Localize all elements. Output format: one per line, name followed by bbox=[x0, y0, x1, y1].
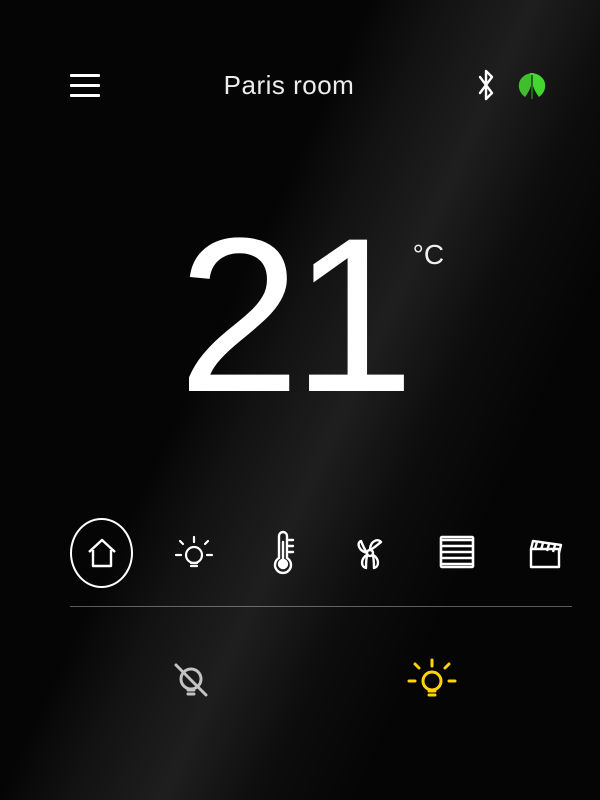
quick-lights-on[interactable] bbox=[397, 645, 467, 715]
nav-home[interactable] bbox=[70, 518, 133, 588]
menu-button[interactable] bbox=[70, 68, 104, 102]
bluetooth-icon bbox=[474, 68, 498, 102]
quick-actions bbox=[70, 645, 552, 715]
light-on-icon bbox=[406, 654, 458, 706]
header-bar: Paris room bbox=[70, 55, 552, 115]
nav-light[interactable] bbox=[167, 523, 221, 583]
home-icon bbox=[83, 534, 121, 572]
temperature-unit: °C bbox=[413, 239, 444, 271]
nav-scenes[interactable] bbox=[518, 523, 572, 583]
nav-blinds[interactable] bbox=[430, 523, 484, 583]
clapper-icon bbox=[525, 533, 565, 573]
header-status-icons bbox=[474, 67, 552, 103]
nav-temperature[interactable] bbox=[255, 523, 309, 583]
blinds-icon bbox=[437, 533, 477, 573]
fan-icon bbox=[348, 531, 392, 575]
quick-lights-off[interactable] bbox=[156, 645, 226, 715]
room-title: Paris room bbox=[104, 70, 474, 101]
thermometer-icon bbox=[267, 530, 297, 576]
temperature-value: 21 bbox=[178, 225, 407, 405]
nav-fan[interactable] bbox=[343, 523, 397, 583]
light-off-icon bbox=[168, 657, 214, 703]
lightbulb-icon bbox=[172, 531, 216, 575]
mode-nav bbox=[70, 518, 572, 607]
temperature-display: 21 °C bbox=[70, 225, 552, 405]
eco-leaf-icon bbox=[512, 67, 552, 103]
